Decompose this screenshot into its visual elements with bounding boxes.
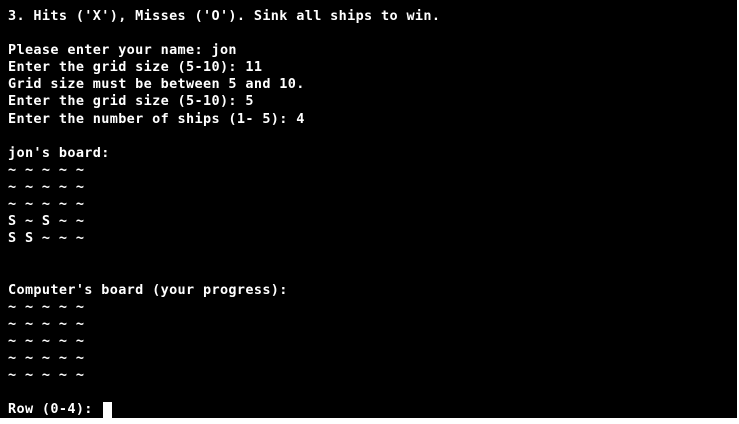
player-board-row: ~ ~ ~ ~ ~ [8,161,85,178]
computer-board-row: ~ ~ ~ ~ ~ [8,349,85,366]
grid-size-prompt-line: Enter the grid size (5-10): 5 [8,93,254,110]
row-input-prompt: Row (0-4): [8,401,102,418]
player-board-title: jon's board: [8,144,110,161]
computer-board-row: ~ ~ ~ ~ ~ [8,332,85,349]
grid-size-error-line: Grid size must be between 5 and 10. [8,76,305,93]
player-board-row: S ~ S ~ ~ [8,213,85,230]
terminal-window[interactable]: 3. Hits ('X'), Misses ('O'). Sink all sh… [0,0,737,418]
instructions-line: 3. Hits ('X'), Misses ('O'). Sink all sh… [8,8,441,24]
player-board-row: ~ ~ ~ ~ ~ [8,178,85,195]
text-cursor[interactable] [103,401,113,418]
computer-board-title: Computer's board (your progress): [8,281,288,298]
ships-prompt-line: Enter the number of ships (1- 5): 4 [8,110,305,127]
computer-board-row: ~ ~ ~ ~ ~ [8,298,85,315]
player-board-row: ~ ~ ~ ~ ~ [8,196,85,213]
row-input-line[interactable]: Row (0-4): [8,401,737,418]
computer-board-row: ~ ~ ~ ~ ~ [8,315,85,332]
computer-board-row: ~ ~ ~ ~ ~ [8,366,85,383]
player-board-row: S S ~ ~ ~ [8,230,85,247]
grid-size-prompt-line: Enter the grid size (5-10): 11 [8,59,263,76]
name-prompt-line: Please enter your name: jon [8,42,237,59]
